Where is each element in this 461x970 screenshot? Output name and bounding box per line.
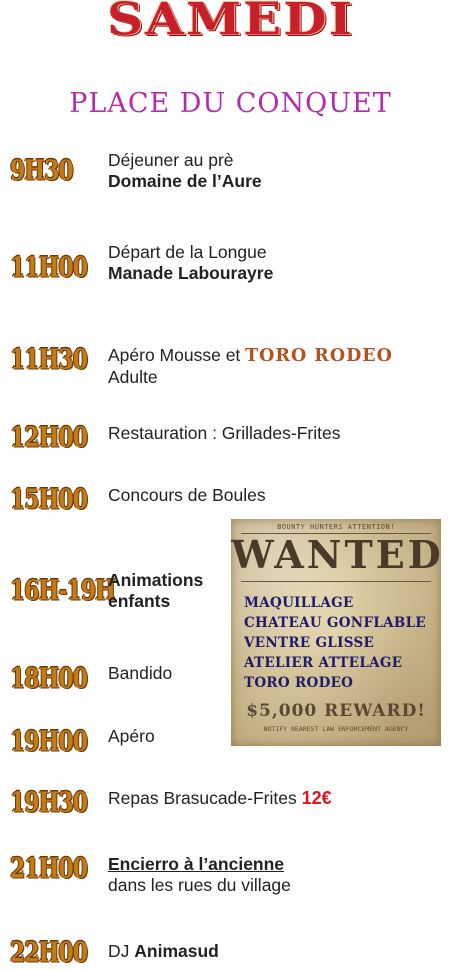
schedule-line: Bandido (108, 663, 173, 683)
schedule-time: 11H30 (10, 343, 88, 376)
schedule-time: 11H00 (10, 251, 88, 284)
wanted-item: ATELIER ATTELAGE (244, 655, 403, 671)
schedule-line: Concours de Boules (108, 485, 266, 505)
schedule-time: 16H-19H (10, 574, 116, 607)
poster-page: SAMEDI PLACE DU CONQUET 9H30 Déjeuner au… (0, 0, 461, 969)
schedule-time: 12H00 (10, 421, 88, 454)
wanted-divider (241, 581, 431, 582)
schedule-line-bold: Domaine de l’Aure (108, 171, 262, 191)
wanted-reward: $5,000 REWARD! (246, 701, 426, 721)
schedule-description: Départ de la Longue Manade Labourayre (108, 242, 273, 284)
schedule-line: Apéro (108, 726, 155, 746)
wanted-item: TORO RODEO (244, 675, 354, 691)
price-badge: 12€ (301, 788, 332, 808)
schedule-description: Bandido (108, 663, 172, 684)
schedule-description: Restauration : Grillades-Frites (108, 423, 340, 444)
schedule-line-bold: Animasud (134, 941, 219, 961)
venue-subtitle: PLACE DU CONQUET (69, 88, 392, 119)
schedule-line: Apéro Mousse et TORO RODEO (108, 345, 393, 367)
schedule-description: DJ Animasud (108, 941, 219, 962)
schedule-line-prefix: Apéro Mousse et (108, 345, 246, 365)
toro-rodeo-highlight: TORO RODEO (245, 346, 393, 366)
wanted-item: VENTRE GLISSE (244, 635, 375, 651)
schedule-time: 19H30 (10, 786, 88, 819)
schedule-line-bold: Encierro à l’ancienne (108, 854, 285, 874)
schedule-description: Apéro Mousse et TORO RODEO Adulte (108, 345, 393, 388)
schedule-line-bold: Manade Labourayre (108, 263, 274, 283)
schedule-line-bold: Animations (108, 570, 204, 590)
schedule-description: Repas Brasucade-Frites 12€ (108, 788, 332, 809)
schedule-time: 15H00 (10, 483, 88, 516)
schedule-line-prefix: DJ (108, 941, 135, 961)
schedule-line: dans les rues du village (108, 875, 291, 895)
schedule-line: Repas Brasucade-Frites 12€ (108, 788, 332, 809)
schedule-time: 21H00 (10, 852, 88, 885)
schedule-time: 19H00 (10, 725, 88, 758)
schedule-time: 22H00 (10, 936, 88, 969)
schedule-line: DJ Animasud (108, 941, 219, 962)
schedule-line: Adulte (108, 367, 158, 387)
schedule-line: Restauration : Grillades-Frites (108, 423, 341, 443)
schedule-description: Encierro à l’ancienne dans les rues du v… (108, 854, 291, 896)
schedule-line: Déjeuner au prè (108, 150, 234, 170)
schedule-description: Déjeuner au prè Domaine de l’Aure (108, 150, 262, 192)
wanted-item: CHATEAU GONFLABLE (244, 615, 426, 631)
schedule-line: Départ de la Longue (108, 242, 267, 262)
schedule-description: Animations enfants (108, 570, 203, 612)
wanted-poster: BOUNTY HUNTERS ATTENTION! WANTED MAQUILL… (231, 519, 441, 746)
wanted-item: MAQUILLAGE (244, 595, 354, 611)
schedule-line-prefix: Repas Brasucade-Frites (108, 788, 302, 808)
schedule-time: 9H30 (10, 154, 74, 187)
schedule-description: Apéro (108, 726, 155, 747)
page-title: SAMEDI (106, 0, 355, 46)
wanted-header: BOUNTY HUNTERS ATTENTION! (277, 523, 395, 531)
schedule-description: Concours de Boules (108, 485, 266, 506)
schedule-time: 18H00 (10, 662, 88, 695)
wanted-footer: NOTIFY NEAREST LAW ENFORCEMENT AGENCY (263, 725, 409, 733)
schedule-line-bold: enfants (108, 591, 171, 611)
wanted-title: WANTED (231, 532, 441, 577)
wanted-list: MAQUILLAGE CHATEAU GONFLABLE VENTRE GLIS… (244, 593, 440, 693)
